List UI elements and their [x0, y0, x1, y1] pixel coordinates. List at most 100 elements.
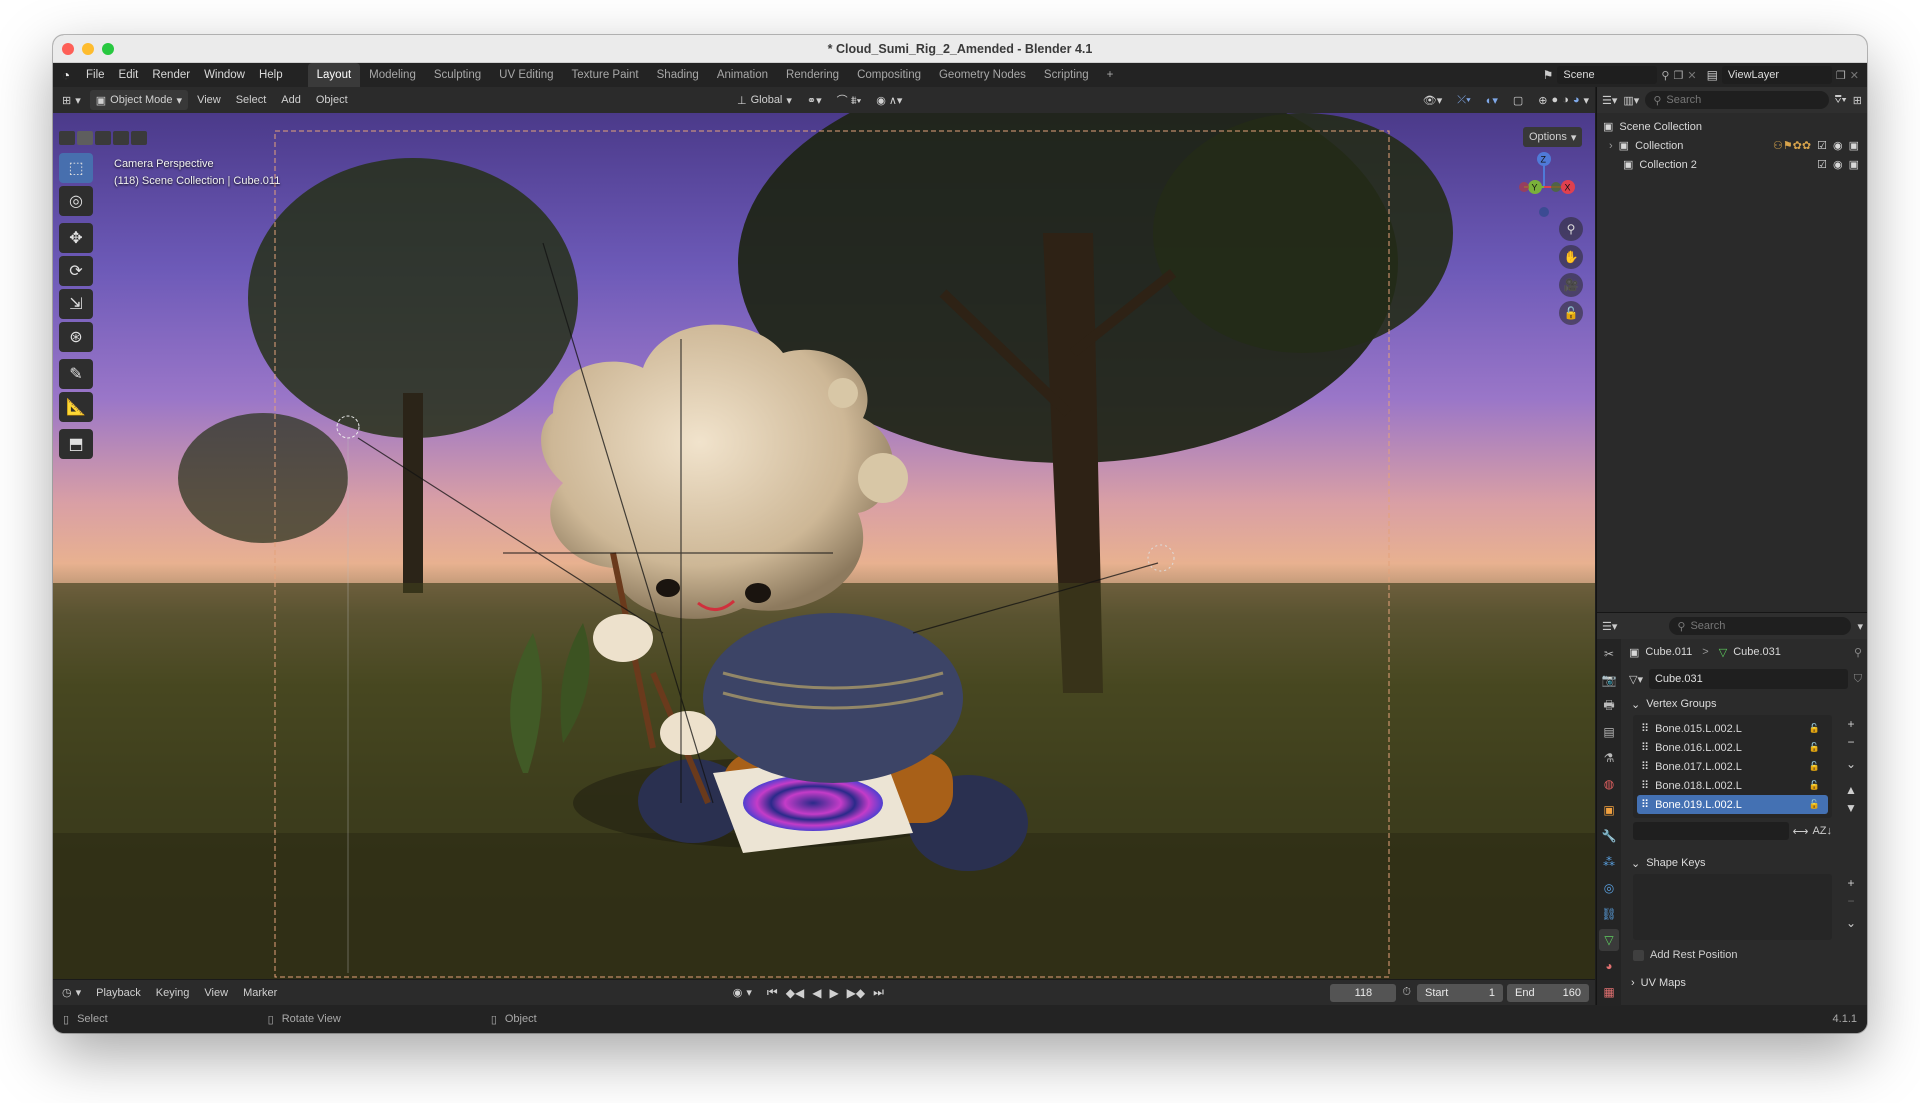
- viewport-menu-object[interactable]: Object: [310, 90, 354, 110]
- jump-start-icon[interactable]: ⏮: [767, 985, 778, 1000]
- move-down-icon[interactable]: ▼: [1840, 799, 1862, 817]
- mode-selector[interactable]: ▣ Object Mode ▾: [89, 90, 189, 110]
- modifier-tab-icon[interactable]: 🔧: [1599, 825, 1619, 847]
- outliner-item-collection-2[interactable]: ▣ Collection 2 ☑ ◉ ▣: [1597, 155, 1867, 174]
- new-collection-icon[interactable]: ⊞: [1853, 94, 1862, 107]
- select-box-icon[interactable]: ⬚: [59, 153, 93, 183]
- lock-icon[interactable]: 🔓: [1809, 780, 1820, 791]
- add-rest-position-checkbox[interactable]: [1633, 949, 1644, 961]
- tab-geometry-nodes[interactable]: Geometry Nodes: [930, 63, 1035, 87]
- scene-selector[interactable]: ⚑ Scene ⚲ ❐ ✕: [1543, 66, 1697, 84]
- tab-rendering[interactable]: Rendering: [777, 63, 848, 87]
- play-reverse-icon[interactable]: ◀: [812, 986, 821, 1000]
- outliner-search-input[interactable]: ⚲ Search: [1645, 91, 1829, 109]
- tab-shading[interactable]: Shading: [648, 63, 708, 87]
- properties-search-input[interactable]: ⚲ Search: [1669, 617, 1852, 635]
- delete-viewlayer-icon[interactable]: ✕: [1850, 69, 1859, 82]
- vertex-group-row[interactable]: ⠿ Bone.018.L.002.L 🔓: [1637, 776, 1828, 795]
- mesh-name-field[interactable]: Cube.031: [1648, 669, 1848, 689]
- measure-icon[interactable]: 📐: [59, 392, 93, 422]
- proportional-edit-button[interactable]: ◉ ∧▾: [870, 90, 908, 110]
- vertex-group-row[interactable]: ⠿ Bone.019.L.002.L 🔓: [1637, 795, 1828, 814]
- menu-window[interactable]: Window: [197, 63, 252, 87]
- move-icon[interactable]: ✥: [59, 223, 93, 253]
- vertex-groups-list[interactable]: ⠿ Bone.015.L.002.L 🔓 ⠿ Bone.016.L.002.L 🔓 ⠿ Bon…: [1633, 715, 1832, 818]
- menu-help[interactable]: Help: [252, 63, 290, 87]
- properties-dropdown-icon[interactable]: ▾: [1857, 620, 1863, 633]
- outliner-item-collection[interactable]: › ▣ Collection ⚇⚑✿✿ ☑ ◉ ▣: [1597, 136, 1867, 155]
- new-scene-icon[interactable]: ❐: [1673, 69, 1683, 82]
- exclude-checkbox-2[interactable]: ☑: [1817, 158, 1827, 171]
- mesh-data-tab-icon[interactable]: ▽: [1599, 929, 1619, 951]
- scene-tab-icon[interactable]: ⚗: [1599, 747, 1619, 769]
- outliner-editor-icon[interactable]: ☰▾: [1602, 94, 1617, 107]
- tab-layout[interactable]: Layout: [307, 63, 361, 87]
- tab-sculpting[interactable]: Sculpting: [425, 63, 490, 87]
- expand-arrow-icon[interactable]: ›: [1609, 140, 1613, 152]
- gizmo-neg-y-ball[interactable]: [1551, 182, 1561, 192]
- gizmo-button[interactable]: ⤫▾: [1451, 90, 1476, 110]
- end-frame-field[interactable]: End 160: [1507, 983, 1590, 1002]
- tab-texture-paint[interactable]: Texture Paint: [563, 63, 648, 87]
- 3d-viewport[interactable]: Camera Perspective (118) Scene Collectio…: [53, 113, 1595, 979]
- tab-compositing[interactable]: Compositing: [848, 63, 930, 87]
- scale-icon[interactable]: ⇲: [59, 289, 93, 319]
- xray-button[interactable]: ▢: [1507, 90, 1529, 110]
- invert-filter-icon[interactable]: ⟷: [1793, 825, 1809, 838]
- vertex-group-specials-icon[interactable]: ⌄: [1840, 755, 1862, 773]
- cursor-icon[interactable]: ◎: [59, 186, 93, 216]
- gizmo-neg-x-ball[interactable]: [1519, 182, 1529, 192]
- output-tab-icon[interactable]: 🖶: [1599, 695, 1619, 717]
- wireframe-shading-icon[interactable]: ⊕: [1538, 94, 1547, 107]
- eye-icon-2[interactable]: ◉: [1833, 158, 1843, 171]
- world-tab-icon[interactable]: ◍: [1599, 773, 1619, 795]
- timeline-editor-type-button[interactable]: ◷ ▾: [56, 983, 87, 1003]
- menu-file[interactable]: File: [79, 63, 112, 87]
- vertex-group-filter-input[interactable]: [1633, 822, 1789, 840]
- tab-animation[interactable]: Animation: [708, 63, 777, 87]
- texture-tab-icon[interactable]: ▦: [1599, 981, 1619, 1003]
- remove-vertex-group-icon[interactable]: −: [1840, 733, 1862, 751]
- select-new-icon[interactable]: [59, 131, 75, 145]
- tab-scripting[interactable]: Scripting: [1035, 63, 1098, 87]
- filter-icon[interactable]: ⩢▾: [1835, 94, 1847, 107]
- pan-hand-icon[interactable]: ✋: [1559, 245, 1583, 269]
- blender-logo-icon[interactable]: ◔: [53, 67, 79, 83]
- solid-shading-icon[interactable]: ●: [1552, 94, 1559, 106]
- constraints-tab-icon[interactable]: ⛓: [1599, 903, 1619, 925]
- eye-icon[interactable]: ◉: [1833, 139, 1843, 152]
- gizmo-neg-z-ball[interactable]: [1539, 207, 1549, 217]
- timeline-menu-keying[interactable]: Keying: [150, 983, 196, 1003]
- outliner-scene-collection[interactable]: ▣ Scene Collection: [1597, 117, 1867, 136]
- play-icon[interactable]: ▶: [829, 986, 838, 1000]
- viewport-menu-view[interactable]: View: [191, 90, 227, 110]
- overlay-button[interactable]: ◐▾: [1480, 90, 1504, 110]
- add-workspace-button[interactable]: +: [1098, 63, 1123, 87]
- vertex-groups-panel-header[interactable]: ⌄ Vertex Groups: [1625, 693, 1862, 715]
- pivot-button[interactable]: ⚭▾: [801, 90, 828, 110]
- editor-type-button[interactable]: ⊞ ▾: [56, 90, 87, 110]
- close-window-button[interactable]: [62, 43, 74, 55]
- lock-icon[interactable]: 🔓: [1809, 799, 1820, 810]
- exclude-checkbox[interactable]: ☑: [1817, 139, 1827, 152]
- stopwatch-icon[interactable]: ⏱: [1402, 986, 1411, 999]
- shape-key-specials-icon[interactable]: ⌄: [1840, 914, 1862, 932]
- view-layer-tab-icon[interactable]: ▤: [1599, 721, 1619, 743]
- zoom-icon[interactable]: ⚲: [1559, 217, 1583, 241]
- snap-button[interactable]: ⌒ ⩩▾: [831, 90, 868, 110]
- move-up-icon[interactable]: ▲: [1840, 781, 1862, 799]
- shape-keys-list[interactable]: [1633, 874, 1832, 940]
- vertex-group-row[interactable]: ⠿ Bone.015.L.002.L 🔓: [1637, 719, 1828, 738]
- camera-render-icon-2[interactable]: ▣: [1849, 158, 1859, 171]
- object-tab-icon[interactable]: ▣: [1599, 799, 1619, 821]
- delete-scene-icon[interactable]: ✕: [1687, 69, 1696, 82]
- lock-icon[interactable]: 🔓: [1809, 723, 1820, 734]
- select-subtract-icon[interactable]: [95, 131, 111, 145]
- navigation-gizmo[interactable]: Z X Y: [1504, 147, 1584, 227]
- lock-icon[interactable]: 🔓: [1559, 301, 1583, 325]
- camera-view-icon[interactable]: 🎥: [1559, 273, 1583, 297]
- transform-icon[interactable]: ⊛: [59, 322, 93, 352]
- viewport-menu-select[interactable]: Select: [230, 90, 273, 110]
- selection-mode-buttons[interactable]: [59, 131, 147, 145]
- vertex-group-row[interactable]: ⠿ Bone.016.L.002.L 🔓: [1637, 738, 1828, 757]
